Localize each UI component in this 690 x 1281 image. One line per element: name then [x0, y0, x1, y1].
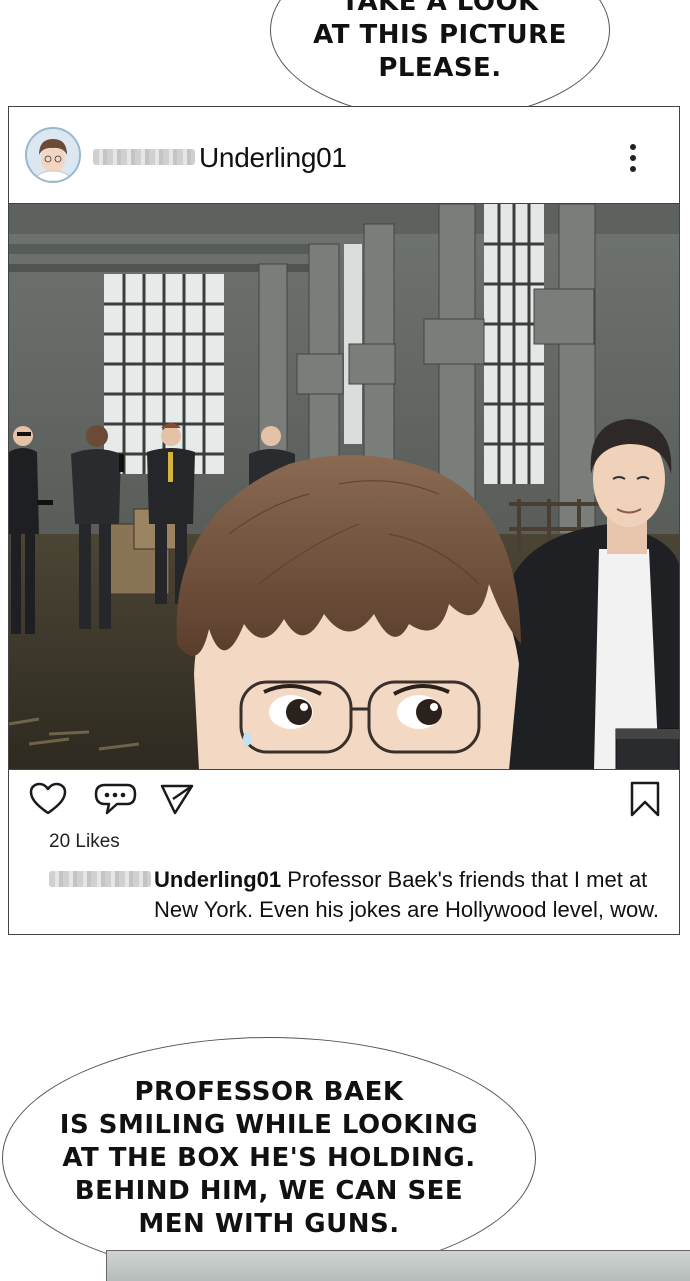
speech-bubble-top: TAKE A LOOK AT THIS PICTURE PLEASE. [270, 0, 610, 120]
heart-icon[interactable] [29, 782, 67, 816]
bubble-line: BEHIND HIM, WE CAN SEE [74, 1175, 464, 1206]
comment-icon[interactable] [93, 782, 139, 818]
bubble-line: TAKE A LOOK [341, 0, 539, 17]
bookmark-icon[interactable] [629, 780, 661, 818]
post-username[interactable]: Underling01 [199, 142, 347, 174]
social-post: Underling01 20 Likes Underling01 Profess… [8, 106, 680, 935]
blurred-name [93, 149, 195, 165]
more-vertical-icon[interactable] [629, 143, 637, 173]
likes-count: 20 Likes [49, 831, 120, 852]
bubble-line: AT THIS PICTURE [313, 20, 567, 50]
window-left [104, 274, 224, 474]
caption-text-line1: Professor Baek's friends that I met at [287, 867, 648, 892]
boy-with-glasses [176, 455, 521, 769]
post-caption: Underling01 Professor Baek's friends tha… [154, 865, 664, 925]
post-photo [9, 204, 679, 770]
warehouse-illustration [9, 204, 679, 769]
avatar[interactable] [25, 127, 81, 183]
post-actions [9, 770, 679, 830]
send-icon[interactable] [159, 782, 195, 816]
speech-bubble-bottom: PROFESSOR BAEK IS SMILING WHILE LOOKING … [2, 1037, 536, 1279]
bubble-line: AT THE BOX HE'S HOLDING. [62, 1142, 476, 1173]
caption-text-line2: New York. Even his jokes are Hollywood l… [154, 897, 660, 922]
post-header: Underling01 [9, 107, 679, 204]
bubble-line: IS SMILING WHILE LOOKING [59, 1109, 479, 1140]
bubble-line: PROFESSOR BAEK [134, 1076, 404, 1107]
next-panel [106, 1250, 690, 1281]
bubble-line: PLEASE. [378, 53, 502, 83]
bubble-line: MEN WITH GUNS. [138, 1208, 400, 1239]
caption-username[interactable]: Underling01 [154, 867, 281, 892]
blurred-name [49, 871, 151, 887]
